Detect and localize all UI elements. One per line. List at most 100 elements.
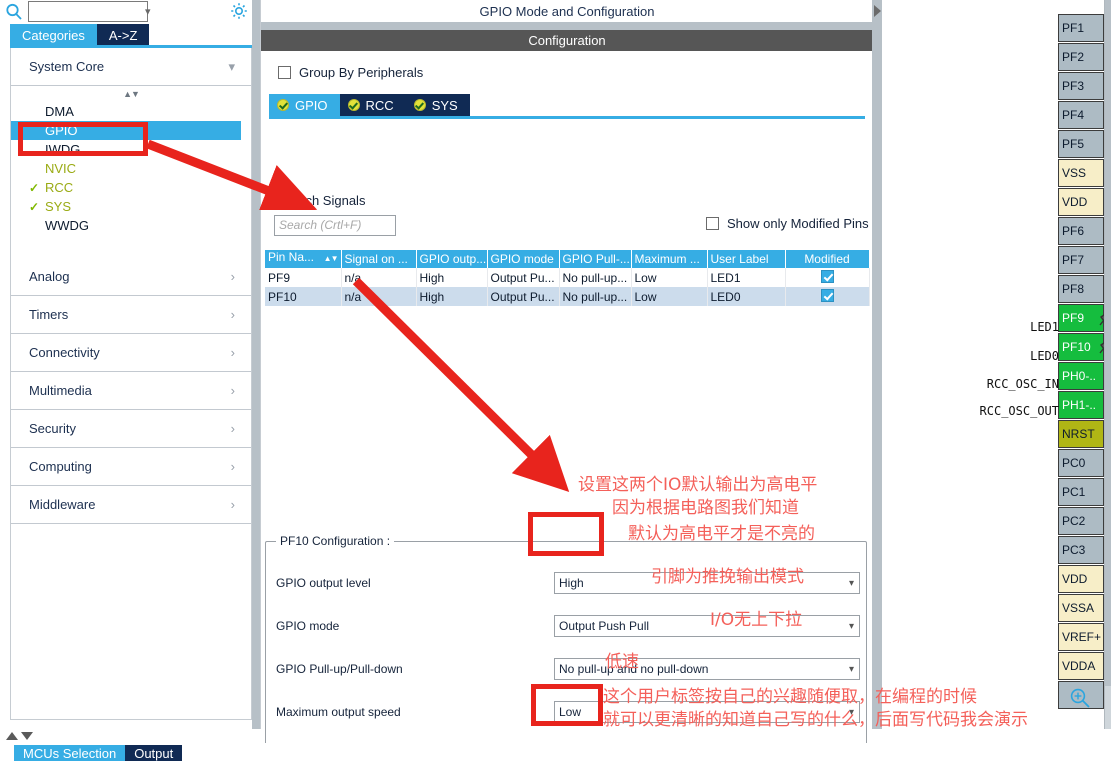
chevron-down-icon[interactable]: ▾ [228,59,235,75]
col-maximum-speed[interactable]: Maximum ... [631,250,708,268]
group-by-peripherals-row[interactable]: Group By Peripherals [278,65,423,80]
pin-VSSA[interactable]: VSSA [1058,594,1104,622]
center-splitter[interactable] [872,0,882,729]
show-only-modified-row[interactable]: Show only Modified Pins [706,216,869,231]
sidebar-item-sys[interactable]: ✓ SYS [11,197,251,216]
pin-PF8[interactable]: PF8 [1058,275,1104,303]
arrow-up-icon[interactable] [6,732,18,740]
list-resize-handle[interactable]: ▲▼ [11,86,251,102]
pin-VDD-2[interactable]: VDD [1058,565,1104,593]
tab-sys[interactable]: SYS [405,94,470,116]
pin-PF5[interactable]: PF5 [1058,130,1104,158]
sidebar-group-system-core[interactable]: System Core ▾ [11,48,251,86]
left-splitter[interactable] [252,0,260,729]
gpio-mode-select[interactable]: Output Push Pull ▾ [554,615,860,637]
arrow-down-icon[interactable] [21,732,33,740]
chevron-down-icon[interactable]: ▾ [145,5,151,18]
tab-categories[interactable]: Categories [10,24,97,46]
chevron-right-icon[interactable]: › [231,383,235,398]
sidebar-item-gpio[interactable]: GPIO [11,121,241,140]
gpio-pull-select[interactable]: No pull-up and no pull-down ▾ [554,658,860,680]
bottom-toggle-arrows[interactable] [6,732,33,740]
modified-checkbox[interactable] [820,269,834,283]
chevron-right-icon[interactable]: › [231,345,235,360]
col-signal-on[interactable]: Signal on ... [341,250,417,268]
col-gpio-output[interactable]: GPIO outp... [416,250,488,268]
cell-modified[interactable] [785,287,870,306]
search-icon[interactable] [4,2,24,22]
pin-PF4[interactable]: PF4 [1058,101,1104,129]
col-pin-name[interactable]: Pin Na... ▲▼ [265,250,342,268]
gpio-output-level-select[interactable]: High ▾ [554,572,860,594]
chevron-right-icon[interactable]: › [231,307,235,322]
tab-mcus-selection[interactable]: MCUs Selection [14,745,126,761]
pin-PH0[interactable]: PH0-.. [1058,362,1104,390]
scrollbar-thumb[interactable] [1105,0,1111,686]
pin-label-PF9: LED1 [1030,320,1059,334]
pin-PC0[interactable]: PC0 [1058,449,1104,477]
pin-VREF[interactable]: VREF+ [1058,623,1104,651]
sidebar-group-analog[interactable]: Analog › [11,258,251,296]
pin-PF3[interactable]: PF3 [1058,72,1104,100]
pin-PC3[interactable]: PC3 [1058,536,1104,564]
col-user-label[interactable]: User Label [707,250,786,268]
group-by-peripherals-checkbox[interactable] [278,66,291,79]
sidebar-group-security[interactable]: Security › [11,410,251,448]
chevron-right-icon[interactable]: › [231,459,235,474]
sidebar-item-wwdg[interactable]: WWDG [11,216,251,235]
sidebar-item-label: WWDG [45,218,90,233]
peripheral-tabs: GPIO RCC SYS [269,94,470,116]
pin-PF1[interactable]: PF1 [1058,14,1104,42]
pin-PF6[interactable]: PF6 [1058,217,1104,245]
tab-a-to-z[interactable]: A->Z [96,24,150,46]
tab-output[interactable]: Output [125,745,183,761]
col-modified[interactable]: Modified [785,250,870,268]
sidebar-group-computing[interactable]: Computing › [11,448,251,486]
sidebar-item-dma[interactable]: DMA [11,102,251,121]
col-gpio-pull[interactable]: GPIO Pull-... [559,250,632,268]
search-input[interactable] [28,1,148,22]
pin-PF2[interactable]: PF2 [1058,43,1104,71]
table-row[interactable]: PF10 n/a High Output Pu... No pull-up...… [265,287,870,306]
gpio-configuration-panel: GPIO Mode and Configuration Configuratio… [260,0,873,761]
chevron-right-icon[interactable]: › [231,497,235,512]
max-output-speed-select[interactable]: Low ▾ [554,701,860,723]
sidebar-group-middleware[interactable]: Middleware › [11,486,251,524]
chevron-right-icon[interactable]: › [231,421,235,436]
col-gpio-mode[interactable]: GPIO mode [487,250,560,268]
cell-output: High [416,287,488,306]
pin-PC1[interactable]: PC1 [1058,478,1104,506]
sidebar-group-connectivity[interactable]: Connectivity › [11,334,251,372]
sidebar-item-nvic[interactable]: NVIC [11,159,251,178]
chevron-down-icon[interactable]: ▾ [849,664,854,675]
table-header-row: Pin Na... ▲▼ Signal on ... GPIO outp... … [265,250,870,268]
chevron-right-icon[interactable]: › [231,269,235,284]
pin-VDDA[interactable]: VDDA [1058,652,1104,680]
pin-PC2[interactable]: PC2 [1058,507,1104,535]
chevron-down-icon[interactable]: ▾ [849,707,854,718]
modified-checkbox[interactable] [820,288,834,302]
pin-VDD[interactable]: VDD [1058,188,1104,216]
show-only-modified-checkbox[interactable] [706,217,719,230]
gear-icon[interactable] [229,1,249,21]
sidebar-group-multimedia[interactable]: Multimedia › [11,372,251,410]
pin-list-scrollbar[interactable] [1104,0,1111,729]
sidebar-group-timers[interactable]: Timers › [11,296,251,334]
signal-search-input[interactable]: Search (Crtl+F) [274,215,396,236]
categories-panel: ▾ Categories A->Z System Core ▾ ▲▼ DMA G… [0,0,252,729]
pin-PH1[interactable]: PH1-.. [1058,391,1104,419]
expand-right-arrow[interactable] [872,4,882,18]
tab-rcc[interactable]: RCC [339,94,406,116]
table-row[interactable]: PF9 n/a High Output Pu... No pull-up... … [265,268,870,287]
pin-NRST[interactable]: NRST [1058,420,1104,448]
pin-PF7[interactable]: PF7 [1058,246,1104,274]
cell-modified[interactable] [785,268,870,287]
sidebar-item-iwdg[interactable]: IWDG [11,140,251,159]
sidebar-item-rcc[interactable]: ✓ RCC [11,178,251,197]
chevron-down-icon[interactable]: ▾ [849,578,854,589]
sort-arrow-icon[interactable]: ▲▼ [324,250,339,268]
tab-gpio[interactable]: GPIO [269,94,340,116]
chevron-down-icon[interactable]: ▾ [849,621,854,632]
pin-VSS[interactable]: VSS [1058,159,1104,187]
zoom-in-icon[interactable] [1068,686,1092,710]
